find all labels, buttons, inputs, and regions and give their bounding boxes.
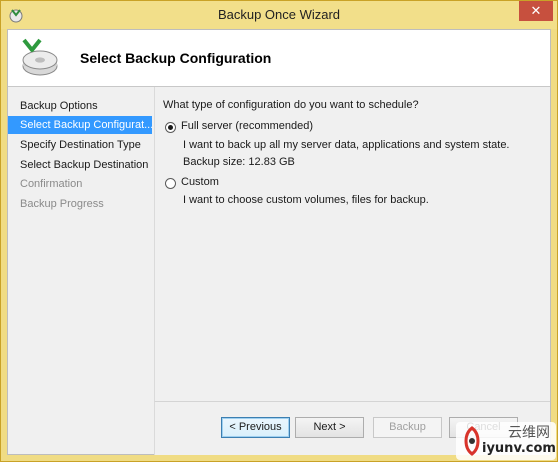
watermark-url: iyunv.com (482, 441, 556, 456)
nav-item-backup-progress: Backup Progress (20, 198, 104, 210)
nav-item-confirmation: Confirmation (20, 178, 83, 190)
backup-disk-icon (22, 38, 58, 76)
title-bar[interactable]: Backup Once Wizard ✕ (1, 1, 557, 29)
wizard-window: Backup Once Wizard ✕ Select Backup Confi… (0, 0, 558, 462)
watermark-brand: 云维网 (508, 425, 550, 441)
full-server-description: I want to back up all my server data, ap… (183, 139, 510, 151)
backup-button: Backup (373, 417, 442, 438)
close-button[interactable]: ✕ (519, 1, 553, 21)
page-title: Select Backup Configuration (80, 50, 272, 66)
custom-radio[interactable] (165, 178, 176, 189)
custom-description: I want to choose custom volumes, files f… (183, 194, 429, 206)
next-button[interactable]: Next > (295, 417, 364, 438)
full-server-label[interactable]: Full server (recommended) (181, 120, 313, 132)
nav-item-select-backup-destination[interactable]: Select Backup Destination (8, 156, 152, 174)
nav-item-backup-options[interactable]: Backup Options (8, 97, 152, 115)
backup-size-text: Backup size: 12.83 GB (183, 156, 295, 168)
wizard-client-area: Select Backup Configuration Backup Optio… (7, 29, 551, 455)
nav-item-specify-destination-type[interactable]: Specify Destination Type (8, 136, 152, 154)
radio-selected-dot (168, 125, 173, 130)
wizard-nav: Backup Options Select Backup Configurat.… (8, 87, 152, 454)
configuration-question: What type of configuration do you want t… (163, 99, 419, 111)
site-logo-icon (464, 426, 480, 456)
previous-button[interactable]: < Previous (221, 417, 290, 438)
wizard-content: What type of configuration do you want t… (154, 87, 550, 401)
wizard-header: Select Backup Configuration (8, 30, 550, 87)
window-title: Backup Once Wizard (217, 7, 341, 22)
site-watermark: 云维网 iyunv.com (456, 422, 556, 460)
custom-label[interactable]: Custom (181, 176, 219, 188)
nav-item-select-backup-configuration[interactable]: Select Backup Configurat... (8, 116, 152, 134)
full-server-radio[interactable] (165, 122, 176, 133)
